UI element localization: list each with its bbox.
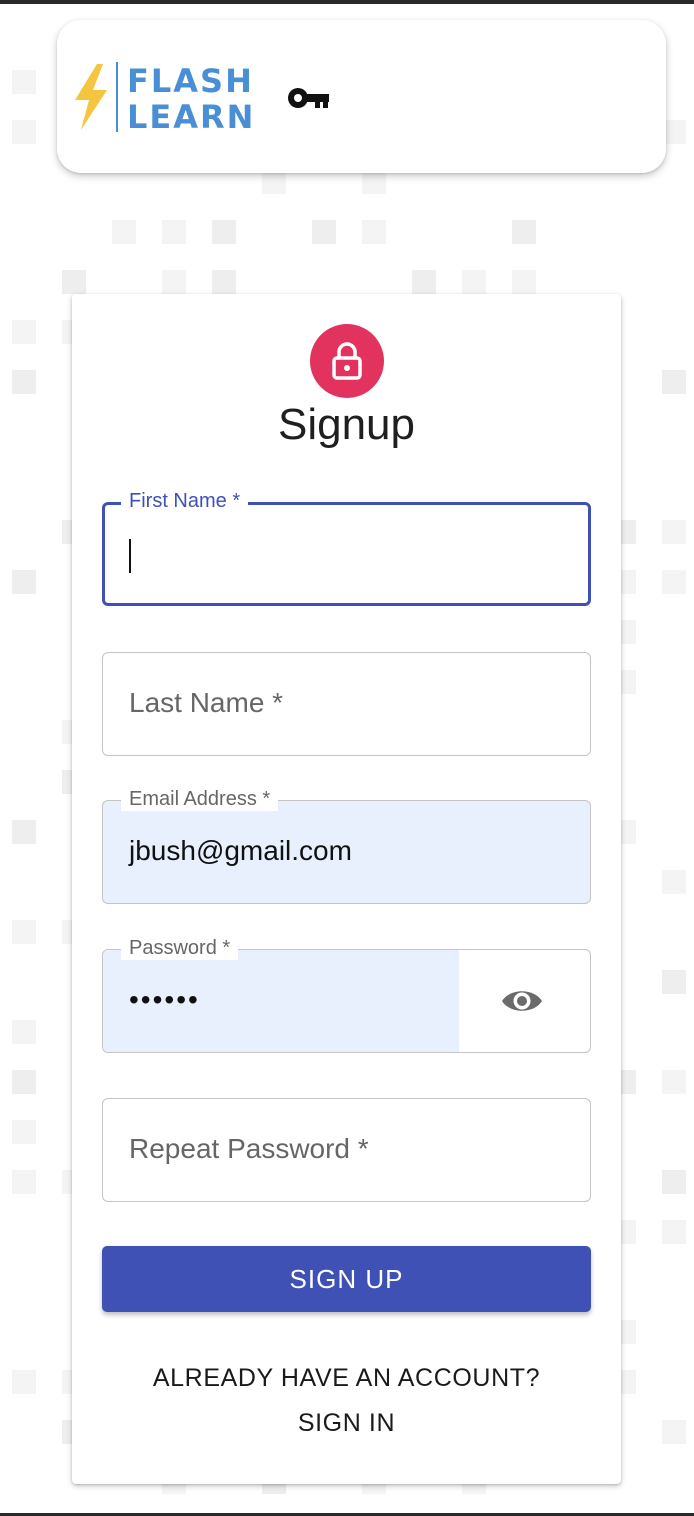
app-header: FLASH LEARN bbox=[57, 20, 666, 173]
password-field[interactable]: Password * •••••• bbox=[102, 936, 591, 1053]
key-icon[interactable] bbox=[287, 86, 331, 110]
background-tile bbox=[662, 1420, 686, 1444]
first-name-label: First Name * bbox=[121, 489, 249, 513]
background-tile bbox=[162, 220, 186, 244]
logo-line-2: LEARN bbox=[127, 98, 253, 134]
background-tile bbox=[312, 220, 336, 244]
sign-in-line-2: SIGN IN bbox=[297, 1409, 396, 1437]
background-tile bbox=[12, 370, 36, 394]
background-tile bbox=[462, 270, 486, 294]
background-tile bbox=[62, 270, 86, 294]
background-tile bbox=[662, 870, 686, 894]
background-tile bbox=[212, 220, 236, 244]
sign-in-link[interactable]: ALREADY HAVE AN ACCOUNT? SIGN IN bbox=[72, 1356, 621, 1446]
avatar bbox=[310, 324, 384, 398]
email-field[interactable]: Email Address * jbush@gmail.com bbox=[102, 787, 591, 904]
password-label: Password * bbox=[121, 936, 239, 960]
background-tile bbox=[12, 320, 36, 344]
background-tile bbox=[662, 1220, 686, 1244]
background-tile bbox=[12, 70, 36, 94]
sign-up-button[interactable]: SIGN UP bbox=[102, 1246, 591, 1312]
background-tile bbox=[12, 1070, 36, 1094]
lightning-bolt-icon bbox=[75, 64, 107, 130]
background-tile bbox=[662, 520, 686, 544]
last-name-placeholder: Last Name * bbox=[129, 687, 284, 718]
repeat-password-placeholder: Repeat Password * bbox=[129, 1133, 369, 1164]
logo-line-1: FLASH bbox=[127, 62, 253, 100]
background-tile bbox=[662, 1170, 686, 1194]
background-tile bbox=[12, 820, 36, 844]
last-name-field[interactable]: Last Name * bbox=[102, 652, 591, 756]
background-tile bbox=[12, 120, 36, 144]
background-tile bbox=[12, 1170, 36, 1194]
password-value: •••••• bbox=[129, 984, 200, 1015]
background-tile bbox=[662, 370, 686, 394]
background-tile bbox=[112, 220, 136, 244]
email-value: jbush@gmail.com bbox=[129, 835, 352, 866]
background-tile bbox=[662, 1070, 686, 1094]
background-tile bbox=[12, 920, 36, 944]
background-tile bbox=[662, 570, 686, 594]
background-tile bbox=[362, 170, 386, 194]
background-tile bbox=[512, 270, 536, 294]
page-title: Signup bbox=[277, 400, 415, 449]
background-tile bbox=[12, 570, 36, 594]
signup-card: Signup First Name * Last Name * Email Ad… bbox=[72, 294, 621, 1484]
first-name-field[interactable]: First Name * bbox=[102, 489, 591, 606]
email-label: Email Address * bbox=[121, 787, 279, 811]
background-tile bbox=[12, 1370, 36, 1394]
background-tile bbox=[12, 1120, 36, 1144]
background-tile bbox=[662, 970, 686, 994]
background-tile bbox=[12, 1020, 36, 1044]
background-tile bbox=[512, 220, 536, 244]
eye-icon[interactable] bbox=[500, 984, 544, 1018]
background-tile bbox=[412, 270, 436, 294]
flash-learn-logo[interactable]: FLASH LEARN bbox=[69, 60, 253, 134]
background-tile bbox=[362, 220, 386, 244]
lock-icon bbox=[332, 342, 362, 380]
background-tile bbox=[262, 170, 286, 194]
text-caret bbox=[129, 539, 131, 573]
sign-in-line-1: ALREADY HAVE AN ACCOUNT? bbox=[152, 1364, 541, 1392]
background-tile bbox=[162, 270, 186, 294]
repeat-password-field[interactable]: Repeat Password * bbox=[102, 1098, 591, 1202]
background-tile bbox=[212, 270, 236, 294]
